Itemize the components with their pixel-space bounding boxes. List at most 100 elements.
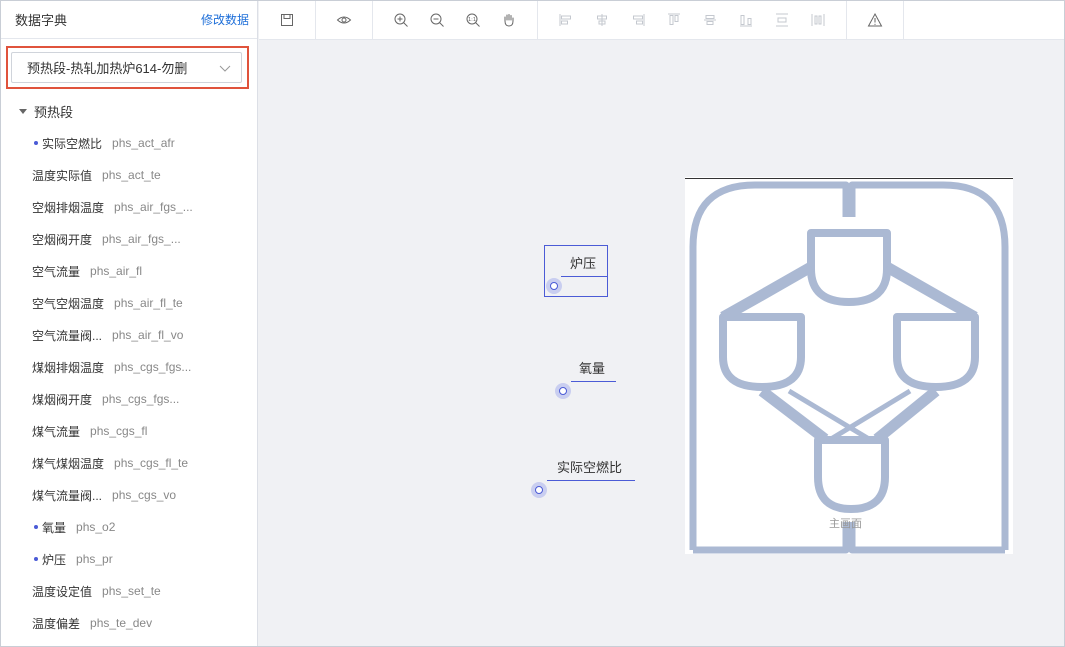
align-middle-button[interactable] — [700, 10, 720, 30]
tree-item-furnace-pressure[interactable]: 炉压 phs_pr — [34, 550, 113, 568]
node-label-furnace-pressure[interactable]: 炉压 — [570, 253, 596, 272]
node-anchor-point[interactable] — [555, 383, 571, 399]
sidebar-title: 数据字典 — [15, 13, 68, 28]
tree-item-air-flue-valve-opening[interactable]: 空烟阀开度 phs_air_fgs_... — [32, 230, 181, 248]
tree-item-air-flow-valve[interactable]: 空气流量阀... phs_air_fl_vo — [32, 326, 183, 344]
bound-dot-icon — [34, 557, 38, 561]
align-center-button[interactable] — [592, 10, 612, 30]
item-code: phs_o2 — [76, 520, 116, 534]
item-label: 空气流量阀... — [32, 328, 103, 343]
tree-item-gas-flow[interactable]: 煤气流量 phs_cgs_fl — [32, 422, 147, 440]
align-top-button[interactable] — [664, 10, 684, 30]
align-middle-vertical-icon — [704, 15, 716, 25]
tree-item-temperature-deviation[interactable]: 温度偏差 phs_te_dev — [32, 614, 152, 632]
toolbar-divider — [315, 1, 316, 40]
tree-item-gas-flow-valve[interactable]: 煤气流量阀... phs_cgs_vo — [32, 486, 176, 504]
warning-triangle-icon — [867, 12, 883, 27]
toolbar-divider — [903, 1, 904, 40]
item-code: phs_air_fgs_... — [114, 200, 193, 214]
distribute-horizontal-icon — [811, 14, 825, 26]
node-leader-line — [561, 276, 608, 277]
node-label-actual-air-fuel-ratio[interactable]: 实际空燃比 — [557, 457, 622, 476]
section-select[interactable]: 预热段-热轧加热炉614-勿删 — [11, 52, 242, 83]
align-right-button[interactable] — [628, 10, 648, 30]
align-bottom-button[interactable] — [736, 10, 756, 30]
item-code: phs_air_fl_vo — [112, 328, 184, 342]
align-center-horizontal-icon — [597, 14, 607, 26]
tree-item-gas-flue-valve-opening[interactable]: 煤烟阀开度 phs_cgs_fgs... — [32, 390, 179, 408]
item-label: 煤气煤烟温度 — [32, 456, 105, 471]
item-code: phs_air_fgs_... — [102, 232, 181, 246]
sidebar-header: 数据字典 修改数据 — [1, 1, 257, 39]
preview-button[interactable] — [334, 10, 354, 30]
save-button[interactable] — [277, 10, 297, 30]
item-code: phs_set_te — [102, 584, 161, 598]
editor-toolbar: 1:1 — [259, 1, 1064, 40]
item-code: phs_cgs_fgs... — [102, 392, 180, 406]
item-label: 温度偏差 — [32, 616, 81, 631]
distribute-vertical-button[interactable] — [772, 10, 792, 30]
diagram-caption: 主画面 — [829, 518, 862, 530]
tree-item-air-flue-exhaust-temp[interactable]: 空烟排烟温度 phs_air_fgs_... — [32, 198, 193, 216]
item-label: 煤烟排烟温度 — [32, 360, 105, 375]
zoom-in-button[interactable] — [391, 10, 411, 30]
item-code: phs_cgs_fgs... — [114, 360, 192, 374]
toolbar-divider — [846, 1, 847, 40]
hand-icon — [504, 14, 514, 27]
tree-item-gas-flue-temp[interactable]: 煤气煤烟温度 phs_cgs_fl_te — [32, 454, 188, 472]
svg-text:1:1: 1:1 — [468, 17, 476, 23]
item-label: 煤烟阀开度 — [32, 392, 93, 407]
editor-canvas[interactable]: 炉压 氧量 实际空燃比 主画面 — [259, 41, 1064, 646]
item-code: phs_act_te — [102, 168, 161, 182]
align-left-icon — [559, 14, 571, 26]
item-label: 煤气流量 — [32, 424, 81, 439]
toolbar-divider — [372, 1, 373, 40]
item-code: phs_air_fl_te — [114, 296, 183, 310]
pan-button[interactable] — [499, 10, 519, 30]
tree-item-actual-temperature[interactable]: 温度实际值 phs_act_te — [32, 166, 161, 184]
save-icon — [281, 14, 293, 26]
bound-dot-icon — [34, 141, 38, 145]
node-anchor-point[interactable] — [546, 278, 562, 294]
tree-item-actual-air-fuel-ratio[interactable]: 实际空燃比 phs_act_afr — [34, 134, 175, 152]
distribute-vertical-icon — [776, 13, 788, 27]
item-code: phs_pr — [76, 552, 113, 566]
tree-item-temperature-setpoint[interactable]: 温度设定值 phs_set_te — [32, 582, 161, 600]
tree-node-preheat-section[interactable]: 预热段 — [19, 102, 73, 120]
item-label: 空气空烟温度 — [32, 296, 105, 311]
bound-dot-icon — [34, 525, 38, 529]
diagram-top-edge — [685, 178, 1013, 179]
node-leader-line — [571, 381, 616, 382]
node-label-oxygen[interactable]: 氧量 — [579, 358, 605, 377]
tree-item-gas-flue-exhaust-temp[interactable]: 煤烟排烟温度 phs_cgs_fgs... — [32, 358, 191, 376]
tree-item-air-flue-temp[interactable]: 空气空烟温度 phs_air_fl_te — [32, 294, 183, 312]
align-top-icon — [668, 13, 680, 25]
item-label: 空烟排烟温度 — [32, 200, 105, 215]
align-left-button[interactable] — [556, 10, 576, 30]
zoom-out-button[interactable] — [427, 10, 447, 30]
chevron-down-icon — [219, 65, 231, 72]
zoom-fit-button[interactable]: 1:1 — [463, 10, 483, 30]
zoom-fit-icon: 1:1 — [466, 13, 480, 27]
zoom-in-icon — [394, 13, 408, 27]
tree-item-air-flow[interactable]: 空气流量 phs_air_fl — [32, 262, 142, 280]
tree-item-oxygen[interactable]: 氧量 phs_o2 — [34, 518, 115, 536]
item-code: phs_cgs_fl_te — [114, 456, 189, 470]
furnace-main-diagram[interactable] — [685, 177, 1013, 554]
align-bottom-icon — [740, 15, 752, 27]
node-leader-line — [547, 480, 635, 481]
item-label: 煤气流量阀... — [32, 488, 103, 503]
distribute-horizontal-button[interactable] — [808, 10, 828, 30]
eye-icon — [336, 16, 352, 24]
align-right-icon — [633, 14, 645, 26]
section-select-value: 预热段-热轧加热炉614-勿删 — [27, 61, 188, 76]
item-label: 实际空燃比 — [42, 136, 103, 151]
node-anchor-point[interactable] — [531, 482, 547, 498]
warning-button[interactable] — [865, 10, 885, 30]
item-label: 空烟阀开度 — [32, 232, 93, 247]
item-code: phs_cgs_vo — [112, 488, 177, 502]
edit-data-link[interactable]: 修改数据 — [201, 11, 249, 28]
caret-down-icon — [19, 108, 27, 114]
item-code: phs_air_fl — [90, 264, 143, 278]
item-code: phs_cgs_fl — [90, 424, 148, 438]
